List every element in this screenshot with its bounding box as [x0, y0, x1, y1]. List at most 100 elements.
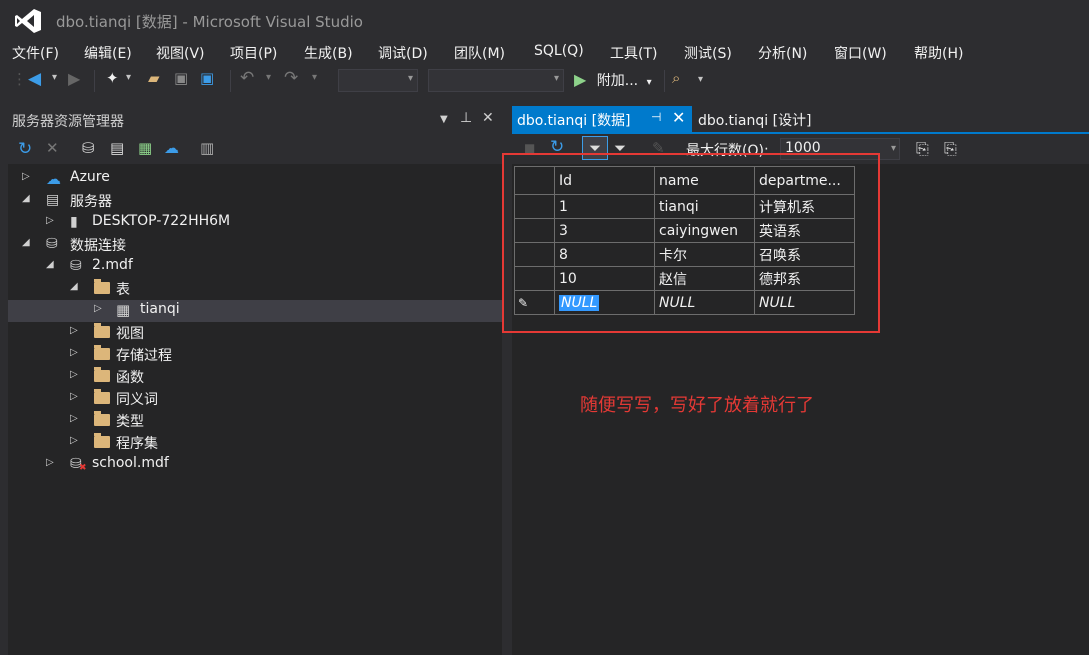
toolbar-overflow-icon[interactable]: ▾ [698, 74, 703, 85]
tree-node-label: 表 [116, 282, 130, 298]
menu-build[interactable]: 生成(B) [304, 43, 353, 63]
expand-arrow-icon[interactable]: ▷ [70, 347, 78, 358]
tree-node-types[interactable]: ▷ 类型 [8, 410, 502, 432]
annotation-text: 随便写写，写好了放着就行了 [580, 395, 814, 416]
tree-node-school-mdf[interactable]: ▷ ⛁ ✖ school.mdf [8, 454, 502, 476]
tree-node-servers[interactable]: ◢ ▤ 服务器 [8, 190, 502, 212]
menu-tools[interactable]: 工具(T) [610, 43, 657, 63]
tree-node-label: 同义词 [116, 392, 158, 408]
highlight-frame [502, 153, 880, 333]
solution-config-dropdown[interactable]: ▾ [338, 69, 418, 92]
new-project-dropdown-icon[interactable]: ▾ [126, 72, 131, 83]
connect-sharepoint-icon[interactable]: ▦ [138, 139, 152, 157]
new-project-icon[interactable]: ✦ [106, 69, 119, 87]
folder-icon [94, 367, 110, 382]
toolbar-grip-icon: ⋮ [12, 70, 27, 88]
tree-node-desktop[interactable]: ▷ ▮ DESKTOP-722HH6M [8, 212, 502, 234]
properties-icon[interactable]: ▥ [200, 139, 214, 157]
redo-dropdown-icon[interactable]: ▾ [312, 72, 317, 83]
collapse-arrow-icon[interactable]: ◢ [22, 237, 30, 248]
menu-analyze[interactable]: 分析(N) [758, 43, 807, 63]
script-export-icon[interactable]: ⎘ [916, 139, 929, 159]
collapse-arrow-icon[interactable]: ◢ [70, 281, 78, 292]
server-explorer-toolbar: ↻ ✕ ⛁ ▤ ▦ ☁ ▥ [8, 134, 502, 164]
expand-arrow-icon[interactable]: ▷ [22, 171, 30, 182]
server-explorer-header: 服务器资源管理器 ▼ ⊥ ✕ [8, 106, 502, 134]
tree-node-views[interactable]: ▷ 视图 [8, 322, 502, 344]
window-title: dbo.tianqi [数据] - Microsoft Visual Studi… [56, 13, 363, 31]
tree-node-label: 视图 [116, 326, 144, 342]
find-in-files-icon[interactable]: ⌕ [672, 69, 680, 87]
navigate-back-icon[interactable]: ◀ [28, 69, 41, 89]
expand-arrow-icon[interactable]: ▷ [70, 391, 78, 402]
close-icon[interactable]: ✕ [482, 110, 494, 126]
tree-node-label: school.mdf [92, 455, 169, 471]
solution-platform-dropdown[interactable]: ▾ [428, 69, 564, 92]
tab-tianqi-data[interactable]: dbo.tianqi [数据] ⊣ ✕ [512, 106, 692, 132]
tree-node-functions[interactable]: ▷ 函数 [8, 366, 502, 388]
back-dropdown-icon[interactable]: ▾ [52, 72, 57, 83]
refresh-icon[interactable]: ↻ [18, 139, 32, 159]
data-connection-icon: ⛁ [46, 236, 58, 252]
main-toolbar: ⋮ ◀ ▾ ▶ ✦ ▾ ▰ ▣ ▣ ↶ ▾ ↷ ▾ ▾ ▾ ▶ 附加... ▾ … [0, 64, 1089, 98]
navigate-forward-icon[interactable]: ▶ [68, 69, 80, 88]
attach-dropdown-icon[interactable]: ▾ [647, 77, 652, 88]
connect-server-icon[interactable]: ▤ [110, 139, 124, 157]
close-tab-icon[interactable]: ✕ [672, 108, 685, 127]
expand-arrow-icon[interactable]: ▷ [46, 215, 54, 226]
collapse-arrow-icon[interactable]: ◢ [46, 259, 54, 270]
menu-edit[interactable]: 编辑(E) [84, 43, 132, 63]
script-copy-icon[interactable]: ⎘ [944, 139, 957, 159]
menu-test[interactable]: 测试(S) [684, 43, 732, 63]
toolbar-separator [664, 70, 665, 92]
server-icon: ▤ [46, 192, 60, 208]
tree-node-assemblies[interactable]: ▷ 程序集 [8, 432, 502, 454]
expand-arrow-icon[interactable]: ▷ [70, 325, 78, 336]
menu-debug[interactable]: 调试(D) [378, 43, 428, 63]
menu-team[interactable]: 团队(M) [454, 43, 505, 63]
toolbar-separator [94, 70, 95, 92]
tree-node-data-connections[interactable]: ◢ ⛁ 数据连接 [8, 234, 502, 256]
connect-database-icon[interactable]: ⛁ [82, 139, 95, 157]
tree-node-stored-procedures[interactable]: ▷ 存储过程 [8, 344, 502, 366]
menu-file[interactable]: 文件(F) [12, 43, 59, 63]
expand-arrow-icon[interactable]: ▷ [70, 435, 78, 446]
menu-sql[interactable]: SQL(Q) [534, 43, 584, 59]
undo-icon[interactable]: ↶ [240, 68, 254, 88]
expand-arrow-icon[interactable]: ▷ [46, 457, 54, 468]
save-all-icon[interactable]: ▣ [200, 69, 214, 87]
folder-icon [94, 279, 110, 294]
title-bar: dbo.tianqi [数据] - Microsoft Visual Studi… [0, 0, 1089, 40]
undo-dropdown-icon[interactable]: ▾ [266, 72, 271, 83]
connect-azure-icon[interactable]: ☁ [164, 139, 179, 157]
redo-icon[interactable]: ↷ [284, 68, 298, 88]
folder-icon [94, 411, 110, 426]
play-icon: ▶ [574, 70, 587, 89]
menu-window[interactable]: 窗口(W) [834, 43, 887, 63]
tree-node-2mdf[interactable]: ◢ ⛁ 2.mdf [8, 256, 502, 278]
menu-project[interactable]: 项目(P) [230, 43, 277, 63]
tree-node-tianqi[interactable]: ▷ ▦ tianqi [8, 300, 502, 322]
open-file-icon[interactable]: ▰ [148, 69, 160, 87]
menu-view[interactable]: 视图(V) [156, 43, 205, 63]
expand-arrow-icon[interactable]: ▷ [70, 369, 78, 380]
expand-arrow-icon[interactable]: ▷ [70, 413, 78, 424]
expand-arrow-icon[interactable]: ▷ [94, 303, 102, 314]
pin-tab-icon[interactable]: ⊣ [651, 110, 661, 124]
tree-node-tables[interactable]: ◢ 表 [8, 278, 502, 300]
table-icon: ▦ [116, 301, 131, 319]
attach-button[interactable]: ▶ 附加... ▾ [574, 70, 652, 90]
pin-icon[interactable]: ⊥ [460, 110, 472, 126]
stop-refresh-icon[interactable]: ✕ [46, 139, 59, 157]
tree-node-label: 数据连接 [70, 238, 126, 254]
save-icon[interactable]: ▣ [174, 69, 188, 87]
tree-node-azure[interactable]: ▷ ☁ Azure [8, 168, 502, 190]
tree-node-synonyms[interactable]: ▷ 同义词 [8, 388, 502, 410]
server-explorer-panel: 服务器资源管理器 ▼ ⊥ ✕ ↻ ✕ ⛁ ▤ ▦ ☁ ▥ ▷ ☁ Azure ◢… [8, 106, 502, 655]
menu-help[interactable]: 帮助(H) [914, 43, 963, 63]
panel-menu-icon[interactable]: ▼ [440, 114, 448, 125]
collapse-arrow-icon[interactable]: ◢ [22, 193, 30, 204]
tree-node-label: 类型 [116, 414, 144, 430]
tree-node-label: 2.mdf [92, 257, 133, 273]
tab-label: dbo.tianqi [设计] [698, 113, 812, 129]
